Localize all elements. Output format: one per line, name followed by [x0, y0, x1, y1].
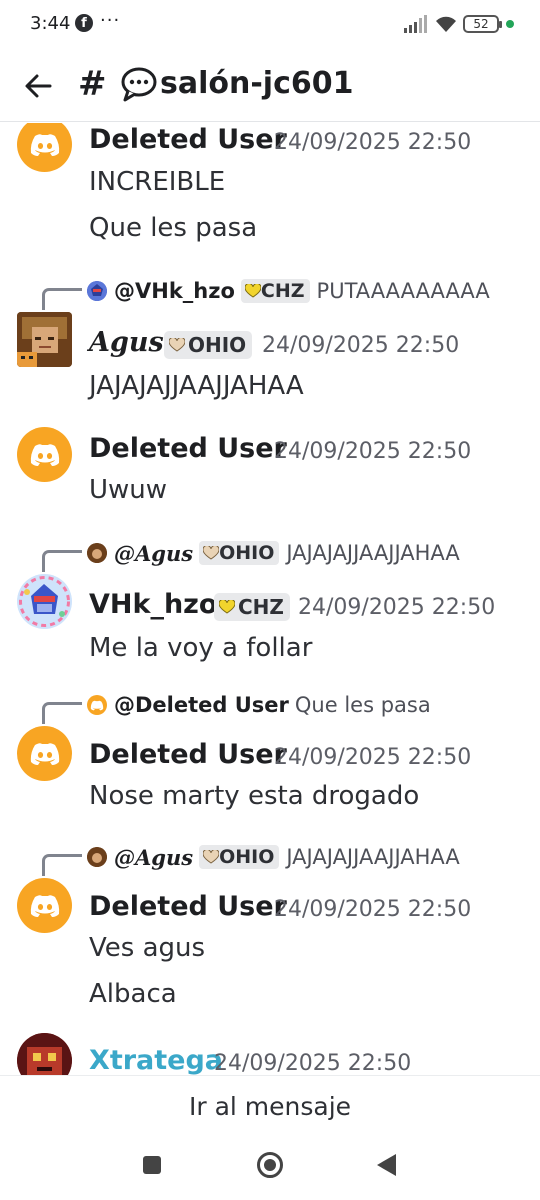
- heart-icon: [203, 546, 220, 560]
- reply-avatar: [87, 543, 107, 563]
- battery-icon: 52: [463, 15, 502, 33]
- reply-connector: [42, 288, 82, 310]
- reply-author-tag: CHZ: [240, 279, 310, 303]
- arrow-left-icon[interactable]: [20, 68, 56, 104]
- reply-reference[interactable]: @Agus OHIO JAJAJAJJAAJJAHAA: [87, 538, 460, 568]
- message-text: JAJAJAJJAAJJAHAA: [89, 371, 304, 401]
- message-text: Que les pasa: [89, 213, 258, 243]
- reply-connector: [42, 854, 82, 876]
- heart-icon: [244, 284, 261, 298]
- reply-author-tag: OHIO: [199, 845, 280, 869]
- recents-icon[interactable]: [143, 1156, 161, 1174]
- facebook-icon: f: [75, 14, 93, 32]
- status-time: 3:44: [30, 13, 71, 34]
- reply-text: JAJAJAJJAAJJAHAA: [286, 541, 460, 565]
- jump-to-message-button[interactable]: Ir al mensaje: [189, 1092, 351, 1121]
- active-indicator-dot: [506, 20, 514, 28]
- reply-text: PUTAAAAAAAAA: [316, 279, 490, 303]
- discord-logo-icon: [30, 742, 59, 765]
- channel-header: # salón-jc601: [0, 50, 540, 122]
- speech-bubble-icon: [121, 67, 157, 102]
- message-author[interactable]: Agus: [89, 327, 164, 358]
- avatar[interactable]: [17, 726, 72, 781]
- message-text: Nose marty esta drogado: [89, 781, 420, 811]
- avatar[interactable]: [17, 427, 72, 482]
- reply-text: Que les pasa: [294, 693, 431, 717]
- message-text: INCREIBLE: [89, 167, 226, 197]
- signal-icon: [404, 15, 427, 33]
- reply-reference[interactable]: @Agus OHIO JAJAJAJJAAJJAHAA: [87, 842, 460, 872]
- channel-hash-icon: #: [78, 64, 107, 104]
- avatar[interactable]: [17, 312, 72, 367]
- message-author[interactable]: Xtratega: [89, 1045, 223, 1075]
- message-text: Uwuw: [89, 475, 168, 505]
- message-timestamp: 24/09/2025 22:50: [214, 1051, 412, 1075]
- message-text: Albaca: [89, 979, 177, 1009]
- reply-author: @Agus: [114, 540, 194, 566]
- avatar[interactable]: [17, 878, 72, 933]
- message-text: Me la voy a follar: [89, 633, 313, 663]
- discord-logo-icon: [30, 894, 59, 917]
- reply-author: @Agus: [114, 844, 194, 870]
- message-author[interactable]: VHk_hzo: [89, 589, 217, 620]
- message-author[interactable]: Deleted User: [89, 891, 287, 922]
- reply-author-tag: OHIO: [199, 541, 280, 565]
- reply-text: JAJAJAJJAAJJAHAA: [286, 845, 460, 869]
- reply-author: @Deleted User: [114, 693, 289, 717]
- more-notifications-icon: ···: [100, 10, 121, 31]
- reply-reference[interactable]: @VHk_hzo CHZ PUTAAAAAAAAA: [87, 276, 490, 306]
- channel-title[interactable]: salón-jc601: [160, 66, 354, 101]
- reply-author: @VHk_hzo: [114, 279, 235, 303]
- discord-logo-icon: [30, 133, 59, 156]
- message-timestamp: 24/09/2025 22:50: [298, 595, 496, 620]
- system-nav-bar: [0, 1143, 540, 1200]
- heart-icon: [219, 600, 235, 614]
- reply-reference[interactable]: @Deleted User Que les pasa: [87, 690, 431, 720]
- message-timestamp: 24/09/2025 22:50: [274, 439, 472, 464]
- message-text: Ves agus: [89, 933, 206, 963]
- heart-icon: [169, 338, 185, 352]
- message-author[interactable]: Deleted User: [89, 739, 287, 770]
- discord-logo-icon: [87, 695, 107, 715]
- avatar[interactable]: [17, 574, 72, 629]
- message-author[interactable]: Deleted User: [89, 124, 287, 155]
- status-bar: 3:44 f ··· 52: [0, 0, 540, 50]
- reply-connector: [42, 550, 82, 572]
- heart-icon: [203, 850, 220, 864]
- home-icon[interactable]: [257, 1152, 283, 1178]
- jump-to-message-bar[interactable]: Ir al mensaje: [0, 1075, 540, 1143]
- reply-avatar: [87, 847, 107, 867]
- message-timestamp: 24/09/2025 22:50: [262, 333, 460, 358]
- message-timestamp: 24/09/2025 22:50: [274, 745, 472, 770]
- back-triangle-icon[interactable]: [377, 1154, 396, 1176]
- avatar[interactable]: [17, 1033, 72, 1075]
- avatar[interactable]: [17, 123, 72, 172]
- message-timestamp: 24/09/2025 22:50: [274, 130, 472, 155]
- discord-logo-icon: [30, 443, 59, 466]
- message-author[interactable]: Deleted User: [89, 433, 287, 464]
- author-tag[interactable]: CHZ: [214, 593, 290, 621]
- reply-connector: [42, 702, 82, 724]
- wifi-icon: [436, 16, 456, 32]
- reply-avatar: [87, 281, 107, 301]
- message-timestamp: 24/09/2025 22:50: [274, 897, 472, 922]
- author-tag[interactable]: OHIO: [164, 331, 253, 359]
- message-list[interactable]: Deleted User 24/09/2025 22:50 INCREIBLE …: [0, 123, 540, 1075]
